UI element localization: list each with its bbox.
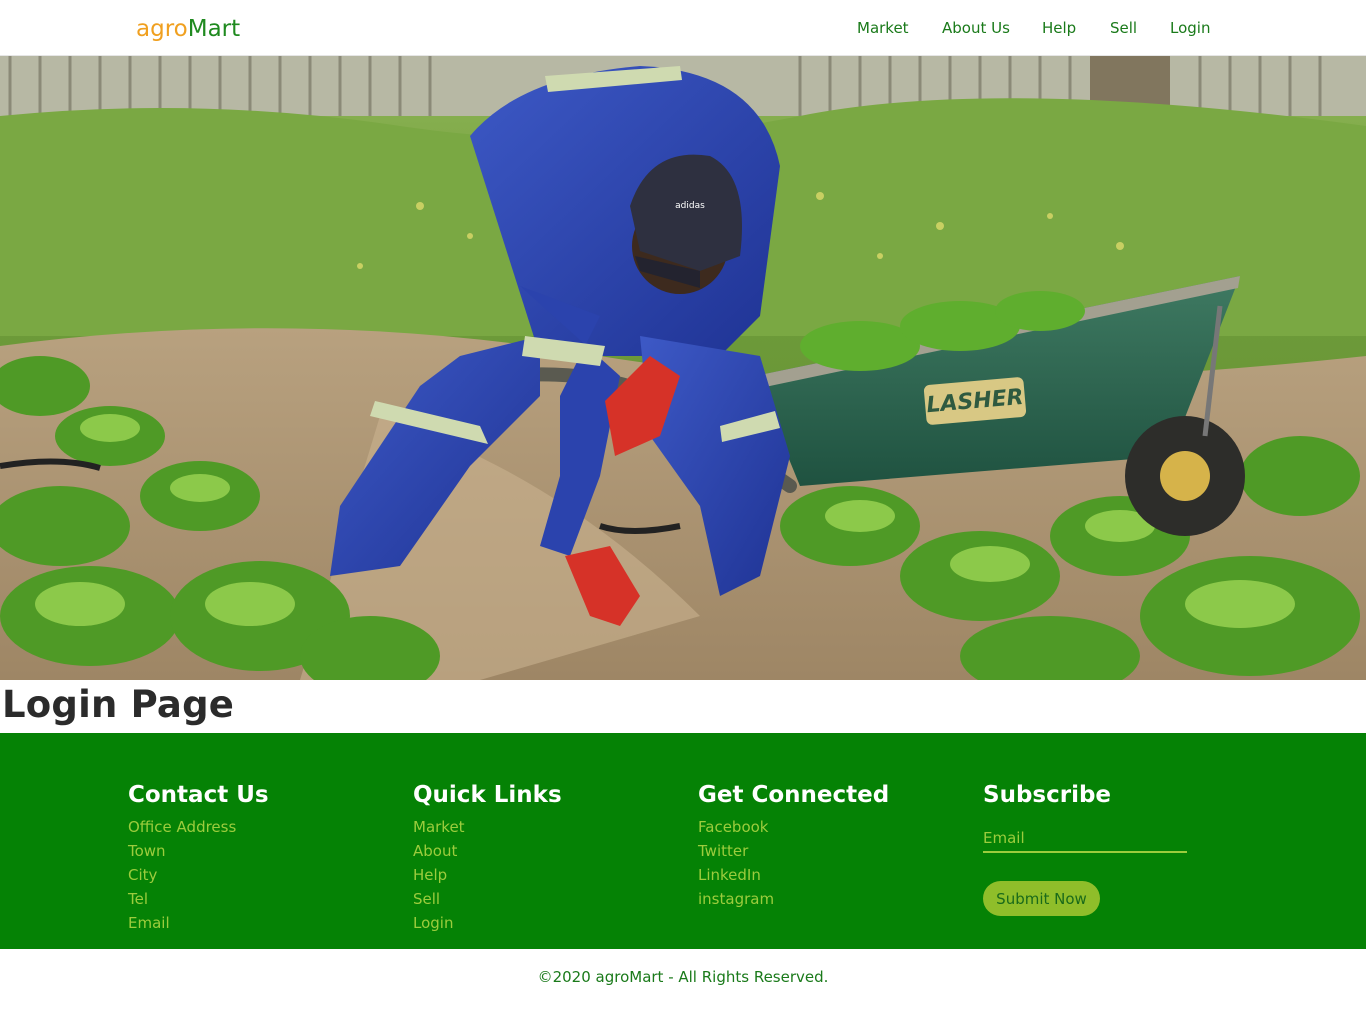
footer-contact-heading: Contact Us bbox=[128, 782, 269, 808]
footer-link-linkedin[interactable]: LinkedIn bbox=[698, 863, 889, 887]
footer-connected-column: Get Connected Facebook Twitter LinkedIn … bbox=[698, 781, 889, 911]
footer-link-facebook[interactable]: Facebook bbox=[698, 815, 889, 839]
footer-subscribe-heading: Subscribe bbox=[983, 782, 1112, 808]
page-title: Login Page bbox=[2, 683, 235, 726]
footer-quick-links-column: Quick Links Market About Help Sell Login bbox=[413, 781, 562, 935]
footer-link-help[interactable]: Help bbox=[413, 863, 562, 887]
footer-subscribe-column: Subscribe Submit Now bbox=[983, 781, 1203, 931]
nav-link-about-us[interactable]: About Us bbox=[942, 19, 1010, 37]
nav-link-market[interactable]: Market bbox=[857, 19, 909, 37]
nav-link-login[interactable]: Login bbox=[1170, 19, 1210, 37]
footer-link-twitter[interactable]: Twitter bbox=[698, 839, 889, 863]
footer-quick-links-heading: Quick Links bbox=[413, 782, 562, 808]
submit-now-button[interactable]: Submit Now bbox=[983, 881, 1100, 916]
copyright-text: ©2020 agroMart - All Rights Reserved. bbox=[537, 968, 829, 986]
footer-link-sell[interactable]: Sell bbox=[413, 887, 562, 911]
nav-links: Market About Us Help Sell Login bbox=[0, 19, 1366, 43]
top-navbar: agroMart Market About Us Help Sell Login bbox=[0, 0, 1366, 56]
footer: Contact Us Office Address Town City Tel … bbox=[0, 733, 1366, 949]
nav-link-help[interactable]: Help bbox=[1042, 19, 1076, 37]
cap-logo-text: adidas bbox=[675, 201, 705, 211]
footer-connected-heading: Get Connected bbox=[698, 782, 890, 808]
footer-link-tel[interactable]: Tel bbox=[128, 887, 269, 911]
footer-link-email[interactable]: Email bbox=[128, 911, 269, 935]
nav-link-sell[interactable]: Sell bbox=[1110, 19, 1137, 37]
subscribe-email-input[interactable] bbox=[983, 825, 1187, 853]
footer-link-market[interactable]: Market bbox=[413, 815, 562, 839]
footer-link-instagram[interactable]: instagram bbox=[698, 887, 889, 911]
footer-link-office-address[interactable]: Office Address bbox=[128, 815, 269, 839]
footer-link-login[interactable]: Login bbox=[413, 911, 562, 935]
hero-image: LASHER adidas bbox=[0, 56, 1366, 680]
footer-link-city[interactable]: City bbox=[128, 863, 269, 887]
footer-link-town[interactable]: Town bbox=[128, 839, 269, 863]
footer-link-about[interactable]: About bbox=[413, 839, 562, 863]
footer-contact-column: Contact Us Office Address Town City Tel … bbox=[128, 781, 269, 935]
